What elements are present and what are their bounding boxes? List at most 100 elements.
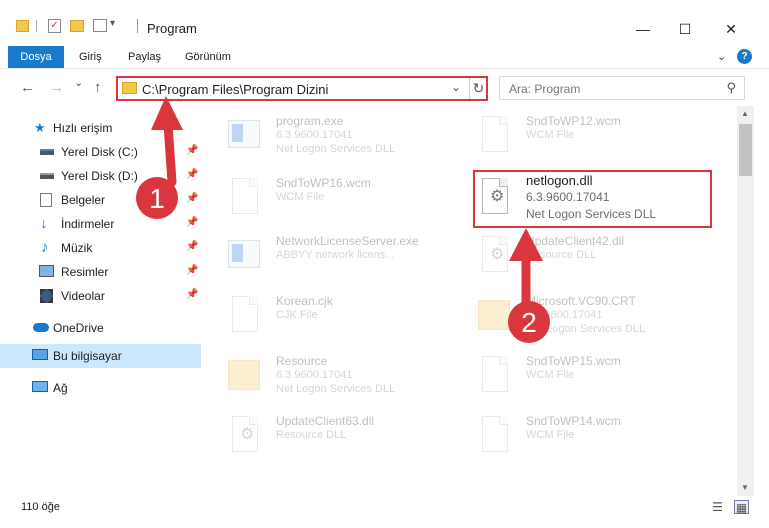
separator: [36, 20, 37, 32]
recent-locations-button[interactable]: ⌄: [74, 76, 83, 89]
pin-icon[interactable]: 📌: [186, 265, 198, 276]
pin-icon[interactable]: 📌: [186, 217, 198, 228]
search-box[interactable]: Ara: Program ⚲: [499, 76, 745, 100]
dll-file-icon: ⚙: [228, 416, 262, 458]
sidebar-item-local-disk-c[interactable]: Yerel Disk (C:) 📌: [0, 140, 201, 164]
videos-icon: [40, 289, 53, 303]
file-type: Resource DLL: [526, 249, 597, 261]
document-icon: [228, 178, 262, 220]
file-version: 6.3.9600.17041: [276, 129, 353, 141]
network-icon: [32, 381, 48, 392]
minimize-button[interactable]: —: [620, 14, 666, 44]
maximize-button[interactable]: ☐: [662, 14, 708, 44]
scroll-thumb[interactable]: [739, 124, 752, 176]
navigation-bar: ← → ⌄ ↑ C:\Program Files\Program Dizini …: [0, 68, 769, 106]
file-item[interactable]: SndToWP16.wcm WCM File: [204, 172, 454, 230]
file-name: UpdateClient42.dll: [526, 234, 625, 248]
scroll-down-icon[interactable]: ▼: [741, 483, 749, 492]
search-icon: ⚲: [726, 80, 736, 95]
sidebar-item-network[interactable]: Ağ: [0, 376, 201, 400]
sidebar-item-label: OneDrive: [53, 321, 104, 335]
address-dropdown-icon[interactable]: ⌄: [451, 80, 461, 94]
file-version: 6.3.9600.17041: [526, 309, 603, 321]
tab-share[interactable]: Paylaş: [128, 46, 161, 68]
sidebar-item-downloads[interactable]: ↓ İndirmeler 📌: [0, 212, 201, 236]
tiles-view-icon[interactable]: ▦: [734, 500, 749, 515]
file-type: WCM File: [526, 129, 575, 141]
help-icon[interactable]: ?: [737, 49, 752, 64]
drive-icon: [40, 173, 54, 179]
up-button[interactable]: ↑: [94, 79, 102, 96]
forward-button[interactable]: →: [49, 79, 64, 96]
sidebar-item-videos[interactable]: Videolar 📌: [0, 284, 201, 308]
back-button[interactable]: ←: [20, 79, 35, 96]
scroll-up-icon[interactable]: ▲: [741, 109, 749, 118]
file-item[interactable]: Resource 6.3.9600.17041 Net Logon Servic…: [204, 350, 454, 408]
file-type: CJK File: [276, 309, 318, 321]
folder-icon: [16, 20, 29, 32]
sidebar-item-pictures[interactable]: Resimler 📌: [0, 260, 201, 284]
pin-icon[interactable]: 📌: [186, 289, 198, 300]
cloud-icon: [33, 323, 49, 332]
status-bar: 110 öğe ☰ ▦: [0, 496, 769, 528]
document-icon: [228, 296, 262, 338]
file-item[interactable]: ⚙ UpdateClient63.dll Resource DLL: [204, 410, 454, 468]
pin-icon[interactable]: 📌: [186, 145, 198, 156]
expand-ribbon-icon[interactable]: ⌄: [717, 50, 726, 63]
file-name: Resource: [276, 354, 328, 368]
sidebar-item-label: Yerel Disk (C:): [61, 145, 138, 159]
sidebar-item-music[interactable]: ♪ Müzik 📌: [0, 236, 201, 260]
sidebar-item-label: Ağ: [53, 381, 68, 395]
sidebar-item-local-disk-d[interactable]: Yerel Disk (D:) 📌: [0, 164, 201, 188]
new-folder-icon[interactable]: [70, 20, 84, 32]
download-icon: ↓: [40, 215, 48, 232]
sidebar-item-onedrive[interactable]: OneDrive: [0, 316, 201, 340]
tab-file[interactable]: Dosya: [8, 46, 64, 68]
sidebar-item-label: İndirmeler: [61, 217, 115, 231]
search-input[interactable]: Ara: Program: [509, 82, 580, 96]
refresh-button[interactable]: ↻: [469, 78, 487, 99]
file-description: Net Logon Services DLL: [276, 383, 396, 395]
document-icon: [478, 416, 512, 458]
navigation-pane: ★ Hızlı erişim Yerel Disk (C:) 📌 Yerel D…: [0, 106, 201, 496]
pin-icon[interactable]: 📌: [186, 193, 198, 204]
file-description: Net Logon Services DLL: [276, 143, 396, 155]
sidebar-item-this-pc[interactable]: Bu bilgisayar: [0, 344, 201, 368]
dll-file-icon: ⚙: [478, 236, 512, 278]
file-item[interactable]: ⚙ UpdateClient42.dll Resource DLL: [454, 230, 704, 288]
file-item[interactable]: SndToWP14.wcm WCM File: [454, 410, 704, 468]
file-item[interactable]: Microsoft.VC90.CRT 6.3.9600.17041 Net Lo…: [454, 290, 704, 348]
address-bar[interactable]: C:\Program Files\Program Dizini ⌄ ↻: [116, 76, 488, 101]
pictures-icon: [39, 265, 54, 277]
tab-home[interactable]: Giriş: [79, 46, 102, 68]
pin-icon[interactable]: 📌: [186, 241, 198, 252]
details-view-icon[interactable]: ☰: [710, 500, 725, 514]
pin-icon[interactable]: 📌: [186, 169, 198, 180]
file-type: Resource DLL: [276, 429, 347, 441]
view-options-icon[interactable]: [93, 19, 107, 32]
file-description: Net Logon Services DLL: [526, 323, 646, 335]
file-type: WCM File: [526, 369, 575, 381]
item-count: 110 öğe: [21, 501, 60, 513]
address-path[interactable]: C:\Program Files\Program Dizini: [142, 82, 328, 97]
file-item[interactable]: program.exe 6.3.9600.17041 Net Logon Ser…: [204, 110, 454, 168]
file-version: 6.3.9600.17041: [276, 369, 353, 381]
sidebar-item-quick-access[interactable]: ★ Hızlı erişim: [0, 116, 201, 140]
file-item[interactable]: SndToWP12.wcm WCM File: [454, 110, 704, 168]
sidebar-item-label: Belgeler: [61, 193, 106, 207]
file-item[interactable]: Korean.cjk CJK File: [204, 290, 454, 348]
close-button[interactable]: ✕: [708, 14, 754, 44]
customize-toolbar-icon[interactable]: ▾: [110, 18, 115, 36]
tab-view[interactable]: Görünüm: [185, 46, 231, 68]
sidebar-item-label: Yerel Disk (D:): [61, 169, 138, 183]
sidebar-item-documents[interactable]: Belgeler 📌: [0, 188, 201, 212]
separator: [137, 19, 138, 33]
folder-icon: [478, 296, 512, 338]
properties-icon[interactable]: ✓: [48, 19, 61, 33]
sidebar-item-label: Videolar: [61, 289, 105, 303]
vertical-scrollbar[interactable]: ▲ ▼: [737, 106, 754, 496]
file-name: SndToWP14.wcm: [526, 414, 621, 428]
file-name: SndToWP15.wcm: [526, 354, 621, 368]
file-item[interactable]: SndToWP15.wcm WCM File: [454, 350, 704, 408]
file-item[interactable]: NetworkLicenseServer.exe ABBYY network l…: [204, 230, 454, 288]
